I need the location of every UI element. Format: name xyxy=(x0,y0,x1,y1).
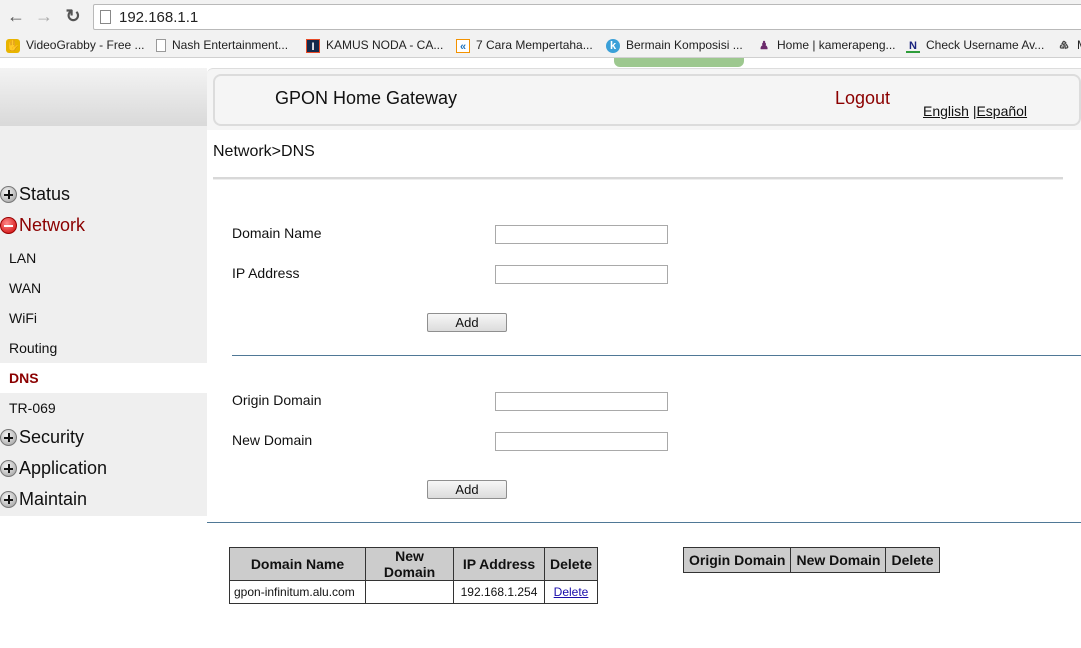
sidebar-group-application[interactable]: Application xyxy=(0,458,107,479)
column-header: Delete xyxy=(543,547,599,581)
ip-address-input[interactable] xyxy=(495,265,668,284)
page-icon xyxy=(156,39,166,52)
table-row: gpon-infinitum.alu.com 192.168.1.254 Del… xyxy=(229,580,599,604)
table-header-row: Domain Name New Domain IP Address Delete xyxy=(229,547,599,581)
divider xyxy=(232,355,1081,356)
expand-plus-icon xyxy=(0,460,17,477)
sidebar-group-label: Network xyxy=(19,215,86,235)
collapse-minus-icon xyxy=(0,217,17,234)
expand-plus-icon xyxy=(0,491,17,508)
sidebar-group-label: Status xyxy=(19,184,71,204)
bookmark-item[interactable]: k Bermain Komposisi ... xyxy=(606,37,743,54)
hand-icon: ✋ xyxy=(6,38,20,53)
url-text[interactable]: 192.168.1.1 xyxy=(119,9,198,26)
sidebar-group-label: Maintain xyxy=(19,489,88,509)
bookmark-label: M xyxy=(1077,37,1081,54)
bookmark-item[interactable]: N Check Username Av... xyxy=(906,37,1044,54)
ip-address-label: IP Address xyxy=(232,265,300,281)
column-header: New Domain xyxy=(365,547,454,581)
forward-arrow-icon[interactable]: → xyxy=(34,6,54,26)
logo-area xyxy=(0,68,207,126)
delete-cell: Delete xyxy=(543,580,599,604)
expand-plus-icon xyxy=(0,429,17,446)
column-header: Domain Name xyxy=(229,547,366,581)
add-domain-button[interactable]: Add xyxy=(427,480,507,499)
sidebar-item-dns[interactable]: DNS xyxy=(9,370,39,386)
add-host-button[interactable]: Add xyxy=(427,313,507,332)
breadcrumb: Network>DNS xyxy=(213,143,315,160)
sidebar-group-status[interactable]: Status xyxy=(0,184,70,205)
k-logo-icon: « xyxy=(456,38,470,53)
k-bubble-icon: k xyxy=(606,38,620,53)
sidebar-item-routing[interactable]: Routing xyxy=(9,340,57,356)
page-icon xyxy=(100,10,111,24)
figure-icon: ♷ xyxy=(1059,39,1069,52)
logout-link[interactable]: Logout xyxy=(835,88,890,109)
bookmark-label: Bermain Komposisi ... xyxy=(626,38,743,52)
bookmark-label: Nash Entertainment... xyxy=(172,38,289,52)
ip-cell: 192.168.1.254 xyxy=(453,580,545,604)
divider xyxy=(213,177,1063,180)
domain-name-input[interactable] xyxy=(495,225,668,244)
delete-link[interactable]: Delete xyxy=(554,585,589,599)
sidebar-group-network[interactable]: Network xyxy=(0,215,85,236)
column-header: IP Address xyxy=(453,547,545,581)
expand-plus-icon xyxy=(0,186,17,203)
bookmark-item[interactable]: ♟ Home | kamerapeng... xyxy=(757,37,896,54)
page-tab-indicator xyxy=(614,58,744,67)
column-header: New Domain xyxy=(790,547,887,573)
bookmark-item[interactable]: Nash Entertainment... xyxy=(156,37,288,54)
sidebar-group-security[interactable]: Security xyxy=(0,427,84,448)
column-header: Delete xyxy=(885,547,940,573)
spanish-link[interactable]: Español xyxy=(976,103,1027,119)
sidebar-item-wan[interactable]: WAN xyxy=(9,280,41,296)
illinois-logo-icon: I xyxy=(306,38,320,53)
host-table: Domain Name New Domain IP Address Delete… xyxy=(229,547,599,604)
origin-domain-label: Origin Domain xyxy=(232,392,322,408)
english-link[interactable]: English xyxy=(923,103,969,119)
gateway-title: GPON Home Gateway xyxy=(275,88,458,108)
new-domain-label: New Domain xyxy=(232,432,313,448)
origin-domain-input[interactable] xyxy=(495,392,668,411)
bookmark-label: Check Username Av... xyxy=(926,38,1045,52)
sidebar-group-maintain[interactable]: Maintain xyxy=(0,489,87,510)
browser-toolbar: ← → ↻ 192.168.1.1 xyxy=(0,0,1081,33)
column-header: Origin Domain xyxy=(682,547,792,573)
sidebar-item-tr069[interactable]: TR-069 xyxy=(9,400,56,416)
language-switcher: English |Español xyxy=(923,103,1027,119)
bookmark-label: 7 Cara Mempertaha... xyxy=(476,38,593,52)
bookmark-item[interactable]: « 7 Cara Mempertaha... xyxy=(456,37,593,54)
domain-name-label: Domain Name xyxy=(232,225,322,241)
back-arrow-icon[interactable]: ← xyxy=(6,6,26,26)
bookmark-item[interactable]: ✋ VideoGrabby - Free ... xyxy=(6,37,145,54)
sidebar-item-wifi[interactable]: WiFi xyxy=(9,310,37,326)
domain-cell: gpon-infinitum.alu.com xyxy=(229,580,366,604)
bookmark-item[interactable]: ♷ M xyxy=(1057,37,1081,54)
sidebar-group-label: Application xyxy=(19,458,108,478)
sidebar-item-lan[interactable]: LAN xyxy=(9,250,36,266)
divider xyxy=(207,522,1081,523)
bookmark-label: Home | kamerapeng... xyxy=(777,38,896,52)
address-bar[interactable]: 192.168.1.1 xyxy=(93,4,1081,30)
domain-mapping-table: Origin Domain New Domain Delete xyxy=(682,547,940,573)
bookmarks-bar: ✋ VideoGrabby - Free ... Nash Entertainm… xyxy=(0,33,1081,58)
bookmark-label: KAMUS NODA - CA... xyxy=(326,38,444,52)
n-logo-icon: N xyxy=(906,39,920,53)
bookmark-label: VideoGrabby - Free ... xyxy=(26,38,145,52)
spy-icon: ♟ xyxy=(759,39,769,52)
sidebar-group-label: Security xyxy=(19,427,85,447)
new-domain-input[interactable] xyxy=(495,432,668,451)
reload-icon[interactable]: ↻ xyxy=(63,6,83,26)
table-header-row: Origin Domain New Domain Delete xyxy=(682,547,940,573)
bookmark-item[interactable]: I KAMUS NODA - CA... xyxy=(306,37,443,54)
new-domain-cell xyxy=(365,580,454,604)
